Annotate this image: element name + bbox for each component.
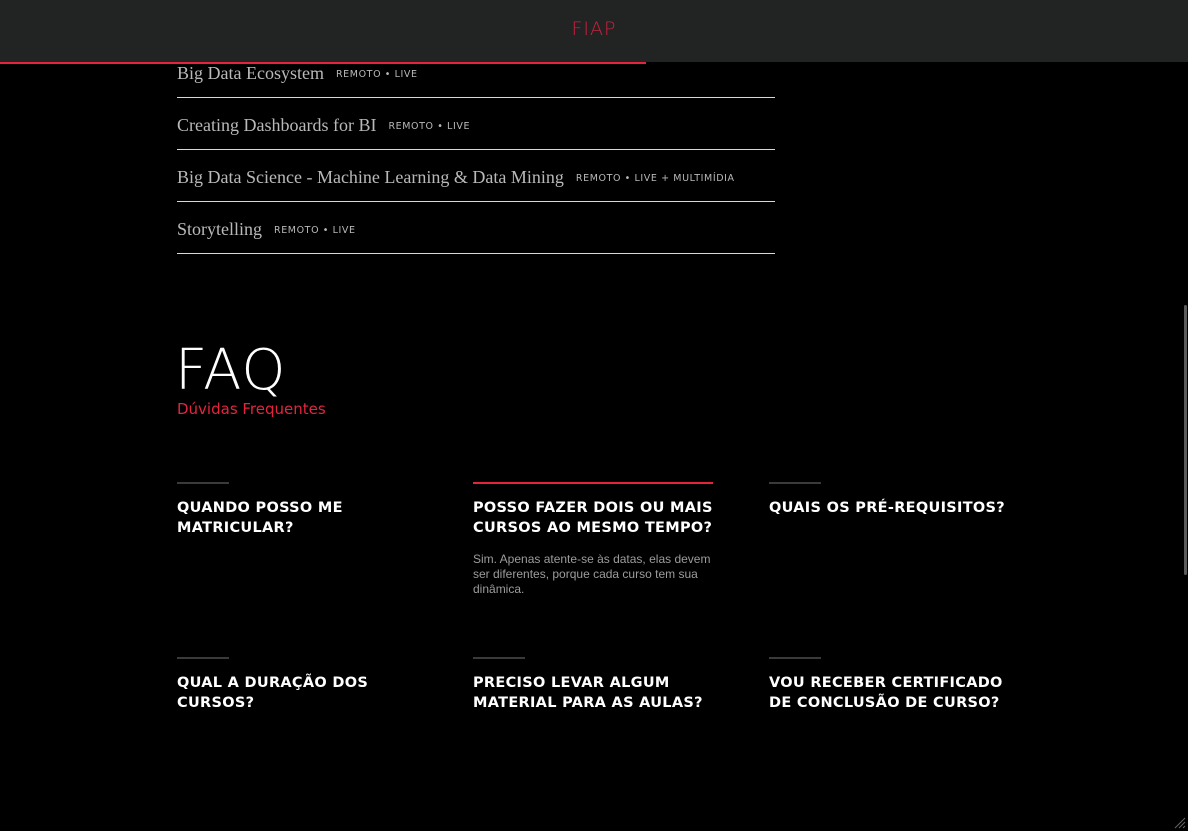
course-mode: REMOTO • LIVE + MULTIMÍDIA <box>575 172 735 184</box>
page: FIAP Big Data Ecosystem REMOTO • LIVE Cr… <box>0 0 1188 831</box>
faq-question[interactable]: QUAL A DURAÇÃO DOS CURSOS? <box>177 674 417 713</box>
course-name[interactable]: Creating Dashboards for BI <box>177 115 376 136</box>
course-row[interactable]: Storytelling REMOTO • LIVE <box>177 202 775 254</box>
faq-divider <box>177 482 229 484</box>
top-header: FIAP <box>0 0 1188 62</box>
fiap-logo[interactable]: FIAP <box>0 18 1188 40</box>
course-mode: REMOTO • LIVE <box>274 224 356 236</box>
faq-divider-active <box>473 482 713 484</box>
resize-grip-icon[interactable] <box>1174 817 1186 829</box>
faq-question[interactable]: QUANDO POSSO ME MATRICULAR? <box>177 499 417 538</box>
course-mode: REMOTO • LIVE <box>388 120 471 132</box>
course-row[interactable]: Big Data Science - Machine Learning & Da… <box>177 150 775 202</box>
faq-title: FAQ <box>175 338 287 403</box>
scrollbar-thumb[interactable] <box>1184 305 1187 575</box>
faq-item-prerequisites[interactable]: QUAIS OS PRÉ-REQUISITOS? <box>769 482 1009 519</box>
faq-item-materials[interactable]: PRECISO LEVAR ALGUM MATERIAL PARA AS AUL… <box>473 657 713 713</box>
faq-divider <box>473 657 525 659</box>
faq-divider <box>769 482 821 484</box>
faq-question[interactable]: QUAIS OS PRÉ-REQUISITOS? <box>769 499 1009 519</box>
course-list: Big Data Ecosystem REMOTO • LIVE Creatin… <box>177 46 775 254</box>
faq-item-duration[interactable]: QUAL A DURAÇÃO DOS CURSOS? <box>177 657 417 713</box>
faq-subtitle: Dúvidas Frequentes <box>177 400 326 418</box>
faq-item-multiple-courses[interactable]: POSSO FAZER DOIS OU MAIS CURSOS AO MESMO… <box>473 482 713 597</box>
faq-question[interactable]: POSSO FAZER DOIS OU MAIS CURSOS AO MESMO… <box>473 499 713 538</box>
course-row[interactable]: Creating Dashboards for BI REMOTO • LIVE <box>177 98 775 150</box>
course-name[interactable]: Storytelling <box>177 219 262 240</box>
faq-divider <box>177 657 229 659</box>
faq-item-certificate[interactable]: VOU RECEBER CERTIFICADO DE CONCLUSÃO DE … <box>769 657 1009 713</box>
faq-question[interactable]: PRECISO LEVAR ALGUM MATERIAL PARA AS AUL… <box>473 674 713 713</box>
course-name[interactable]: Big Data Ecosystem <box>177 63 324 84</box>
faq-item-enrollment[interactable]: QUANDO POSSO ME MATRICULAR? <box>177 482 417 538</box>
course-name[interactable]: Big Data Science - Machine Learning & Da… <box>177 167 564 188</box>
faq-answer: Sim. Apenas atente-se às datas, elas dev… <box>473 552 711 596</box>
reading-progress-bar <box>0 62 647 64</box>
course-mode: REMOTO • LIVE <box>335 68 418 80</box>
faq-question[interactable]: VOU RECEBER CERTIFICADO DE CONCLUSÃO DE … <box>769 674 1009 713</box>
faq-divider <box>769 657 821 659</box>
